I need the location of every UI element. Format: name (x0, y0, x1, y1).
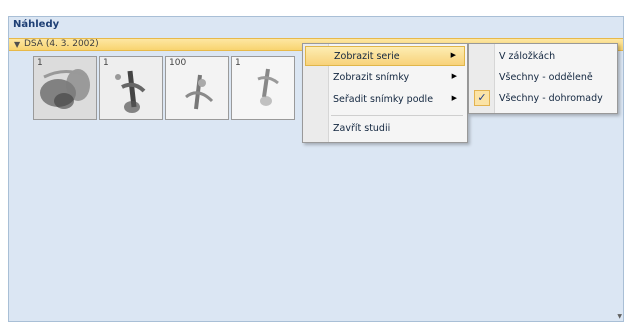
thumbnail-item[interactable]: 1 (99, 56, 163, 120)
xray-image-icon (232, 57, 294, 119)
menu-item-show-images[interactable]: Zobrazit snímky ▶ (305, 68, 465, 88)
context-menu: Zobrazit serie ▶ Zobrazit snímky ▶ Seřad… (302, 43, 468, 143)
menu-item-label: Zobrazit serie (334, 51, 400, 62)
menu-separator (331, 115, 463, 116)
thumbnail-number: 100 (169, 58, 187, 68)
menu-item-label: Seřadit snímky podle (333, 94, 434, 105)
thumbnail-number: 1 (235, 58, 241, 68)
thumbnail-number: 1 (103, 58, 109, 68)
thumbnail-item[interactable]: 1 (231, 56, 295, 120)
menu-item-label: V záložkách (499, 51, 556, 62)
menu-item-label: Zavřít studii (333, 123, 391, 134)
menu-item-label: Zobrazit snímky (333, 72, 410, 83)
xray-image-icon (100, 57, 162, 119)
submenu: V záložkách Všechny - odděleně ✓ Všechny… (468, 43, 618, 114)
submenu-arrow-icon: ▶ (451, 94, 457, 102)
scroll-down-icon[interactable]: ▼ (617, 313, 622, 320)
panel-title: Náhledy (13, 19, 60, 30)
checkmark-icon: ✓ (474, 90, 490, 106)
submenu-arrow-icon: ▶ (451, 72, 457, 80)
submenu-arrow-icon: ▶ (450, 51, 456, 59)
menu-item-label: Všechny - dohromady (499, 93, 603, 104)
submenu-item-in-tabs[interactable]: V záložkách (471, 47, 615, 67)
thumbnail-item[interactable]: 100 (165, 56, 229, 120)
menu-item-label: Všechny - odděleně (499, 72, 593, 83)
menu-item-show-series[interactable]: Zobrazit serie ▶ (305, 46, 465, 66)
menu-item-close-study[interactable]: Zavřít studii (305, 119, 465, 139)
thumbnail-number: 1 (37, 58, 43, 68)
thumbnail-item[interactable]: 1 (33, 56, 97, 120)
submenu-item-all-separate[interactable]: Všechny - odděleně (471, 68, 615, 88)
menu-item-sort-images[interactable]: Seřadit snímky podle ▶ (305, 90, 465, 110)
submenu-item-all-together[interactable]: ✓ Všechny - dohromady (471, 89, 615, 109)
study-group-label: DSA (4. 3. 2002) (24, 39, 99, 49)
triangle-down-icon[interactable]: ▼ (14, 40, 20, 49)
xray-image-icon (34, 57, 96, 119)
